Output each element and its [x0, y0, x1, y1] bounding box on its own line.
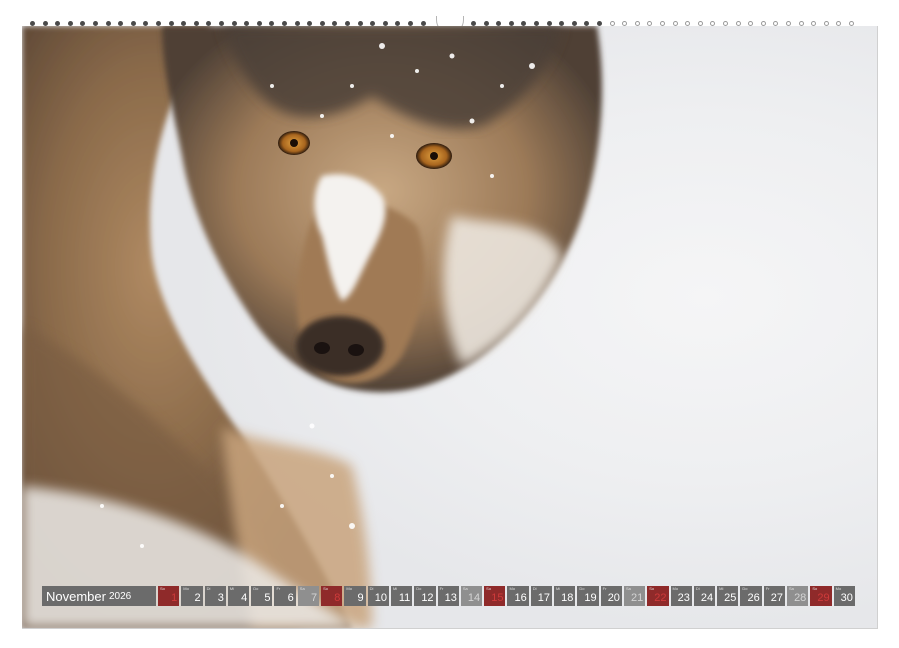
weekday-label: Fr: [439, 586, 444, 591]
day-number: 7: [310, 592, 318, 604]
day-number: 14: [467, 592, 481, 604]
day-number: 25: [724, 592, 737, 604]
weekday-label: Do: [416, 586, 422, 591]
weekday-label: So: [812, 586, 818, 591]
day-cell: Di 24: [693, 586, 716, 606]
day-cell: Mo 16: [507, 586, 529, 606]
weekday-label: Do: [742, 586, 748, 591]
day-number: 19: [584, 592, 597, 604]
day-cell: So 15: [484, 586, 506, 606]
day-number: 30: [840, 592, 853, 604]
weekday-label: Mi: [229, 586, 235, 591]
day-number: 4: [241, 592, 248, 604]
day-number: 13: [444, 592, 457, 604]
weekday-label: Mi: [719, 586, 724, 591]
weekday-label: Sa: [299, 586, 305, 591]
day-number: 17: [537, 592, 551, 604]
weekday-label: Do: [253, 586, 259, 591]
day-cell: Sa 28: [787, 586, 809, 606]
day-cell: So 22: [647, 586, 669, 606]
day-cell: Do 5: [251, 586, 273, 606]
weekday-label: Sa: [462, 586, 468, 591]
day-number: 9: [357, 592, 364, 604]
weekday-label: Di: [369, 586, 374, 591]
month-name: November: [46, 588, 106, 604]
day-number: 26: [747, 592, 760, 604]
day-number: 10: [374, 592, 387, 604]
day-number: 3: [217, 592, 224, 604]
day-cell: Do 26: [740, 586, 762, 606]
day-number: 16: [514, 592, 527, 604]
day-cell: Mo 2: [181, 586, 203, 606]
day-cell: Mi 18: [554, 586, 576, 606]
day-number: 5: [264, 592, 271, 604]
weekday-label: Mo: [835, 586, 842, 591]
year-label: 2026: [108, 590, 132, 602]
calendar-bar: November 2026 So 1 Mo 2 Di 3 Mi 4 Do 5 Fr 6 Sa 7 So 8 Mo…: [42, 586, 855, 606]
day-number: 29: [817, 592, 830, 604]
day-number: 28: [794, 592, 807, 604]
weekday-label: Mi: [392, 586, 398, 591]
day-cell: Fr 20: [600, 586, 622, 606]
weekday-label: So: [486, 586, 492, 591]
day-cell: Mo 9: [344, 586, 366, 606]
day-cell: Sa 14: [460, 586, 483, 606]
day-cell: Mo 30: [833, 586, 855, 606]
weekday-label: Fr: [276, 586, 281, 591]
day-number: 11: [398, 592, 411, 604]
day-number: 8: [334, 592, 341, 604]
day-number: 6: [287, 592, 294, 604]
weekday-label: Di: [695, 586, 700, 591]
day-cell: Di 3: [204, 586, 226, 606]
weekday-label: Fr: [765, 586, 770, 591]
day-cell: So 8: [321, 586, 343, 606]
weekday-label: Mo: [509, 586, 516, 591]
day-cell: Do 19: [577, 586, 599, 606]
weekday-label: Mo: [346, 586, 352, 591]
day-cell: Mi 25: [717, 586, 739, 606]
day-number: 12: [421, 592, 434, 604]
day-cell: Mo 23: [670, 586, 692, 606]
weekday-label: Sa: [789, 586, 794, 591]
day-cell: Mi 4: [227, 586, 250, 606]
weekday-label: Mo: [672, 586, 679, 591]
day-cell: So 29: [810, 586, 832, 606]
day-number: 18: [561, 592, 574, 604]
weekday-label: Mi: [556, 586, 561, 591]
weekday-label: Di: [532, 586, 537, 591]
day-cell: Di 10: [367, 586, 389, 606]
weekday-label: Fr: [602, 586, 607, 591]
day-number: 21: [630, 592, 644, 604]
day-number: 27: [770, 592, 784, 604]
weekday-label: Mo: [183, 586, 189, 591]
weekday-label: Di: [206, 586, 211, 591]
day-number: 20: [607, 592, 620, 604]
day-number: 22: [654, 592, 667, 604]
day-cell: Sa 21: [623, 586, 646, 606]
day-cell: Fr 13: [437, 586, 459, 606]
day-number: 1: [171, 592, 178, 604]
day-cell: Fr 6: [274, 586, 296, 606]
month-label: November 2026: [42, 586, 156, 606]
day-number: 15: [491, 592, 504, 604]
day-cell: Do 12: [414, 586, 436, 606]
day-number: 23: [677, 592, 690, 604]
day-number: 2: [194, 592, 201, 604]
day-cell: Mi 11: [390, 586, 413, 606]
day-cell: Di 17: [530, 586, 553, 606]
weekday-label: Do: [579, 586, 585, 591]
day-number: 24: [700, 592, 714, 604]
day-cell: Fr 27: [763, 586, 786, 606]
day-cell: So 1: [158, 586, 180, 606]
weekday-label: So: [160, 586, 165, 591]
weekday-label: So: [323, 586, 328, 591]
calendar-photo: [22, 26, 878, 629]
day-cell: Sa 7: [297, 586, 320, 606]
weekday-label: Sa: [625, 586, 631, 591]
wolf-in-snow-photo: [22, 26, 602, 628]
weekday-label: So: [649, 586, 655, 591]
